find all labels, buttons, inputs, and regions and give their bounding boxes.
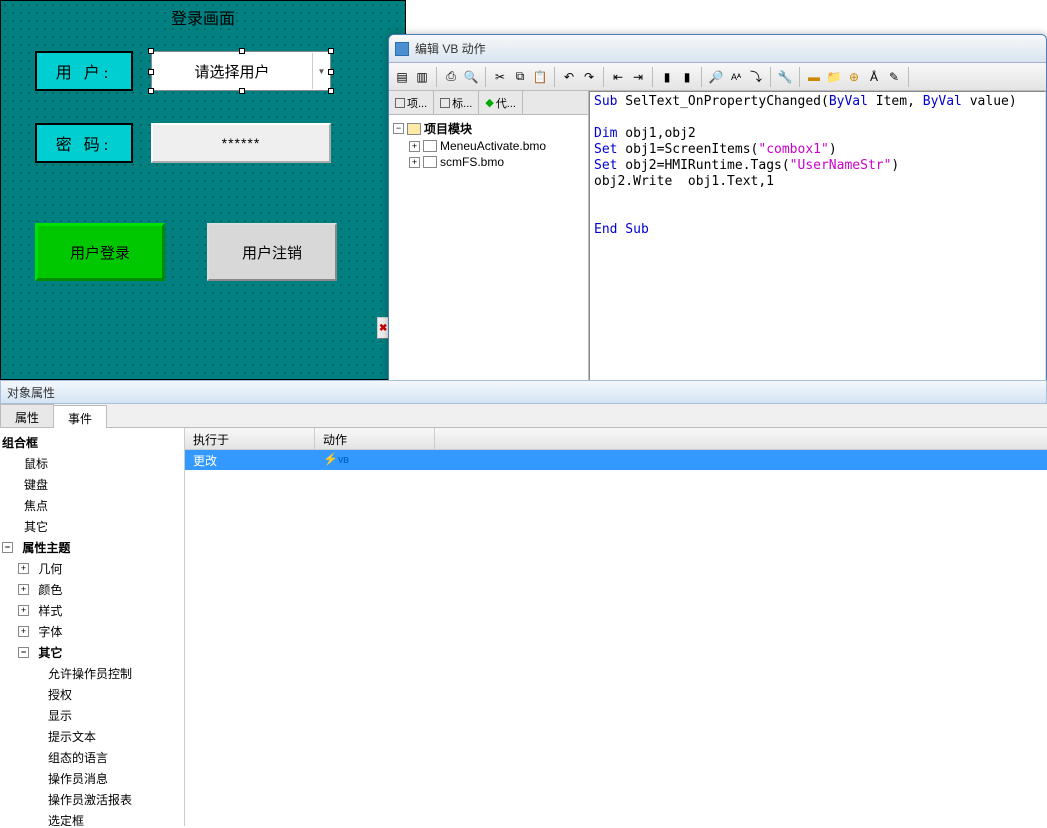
wrench-icon[interactable]: 🔧 <box>776 68 794 86</box>
password-input[interactable]: ****** <box>151 123 331 163</box>
compass2-icon[interactable]: ✎ <box>885 68 903 86</box>
collapse-icon[interactable]: − <box>393 123 404 134</box>
expand-icon[interactable]: + <box>18 605 29 616</box>
vb-tab-code[interactable]: ◆代... <box>479 91 523 114</box>
expand-icon[interactable]: + <box>18 584 29 595</box>
open-icon[interactable]: ▥ <box>413 68 431 86</box>
properties-panel: 对象属性 属性 事件 组合框 鼠标 键盘 焦点 其它 − 属性主题 + 几何 +… <box>0 380 1047 828</box>
vb-titlebar[interactable]: 编辑 VB 动作 <box>389 35 1046 63</box>
props-title: 对象属性 <box>0 380 1047 404</box>
bookmark2-icon[interactable]: ▮ <box>678 68 696 86</box>
user-label: 用 户: <box>35 51 133 91</box>
props-tabs: 属性 事件 <box>0 404 1047 428</box>
login-title: 登录画面 <box>1 5 405 29</box>
indent-icon[interactable]: ⇥ <box>629 68 647 86</box>
folder-icon <box>407 123 421 135</box>
paste-icon[interactable]: 📋 <box>531 68 549 86</box>
vbscript-action-icon: ⚡ <box>323 452 338 466</box>
login-screen: 登录画面 用 户: 请选择用户 ▼ 密 码: ****** 用户登录 用户注销 … <box>0 0 406 380</box>
folder-icon[interactable]: 📁 <box>825 68 843 86</box>
expand-icon[interactable]: + <box>409 141 420 152</box>
cut-icon[interactable]: ✂ <box>491 68 509 86</box>
props-grid: 执行于 动作 更改 ⚡VB <box>185 428 1047 826</box>
collapse-icon[interactable]: − <box>18 647 29 658</box>
vb-app-icon <box>395 42 409 56</box>
file-icon <box>423 156 437 168</box>
bookmark-icon[interactable]: ▮ <box>658 68 676 86</box>
combo-placeholder: 请选择用户 <box>152 61 312 82</box>
login-button[interactable]: 用户登录 <box>35 223 165 281</box>
vb-tab-project[interactable]: 项... <box>389 91 434 114</box>
compass-icon[interactable]: Å <box>865 68 883 86</box>
goto-icon[interactable]: ⤵ <box>747 68 765 86</box>
tab-properties[interactable]: 属性 <box>0 404 54 427</box>
undo-icon[interactable]: ↶ <box>560 68 578 86</box>
file-icon <box>423 140 437 152</box>
vb-toolbar: ▤ ▥ ⎙ 🔍 ✂ ⧉ 📋 ↶ ↷ ⇤ ⇥ ▮ ▮ 🔎 Aᴬ ⤵ 🔧 ▬ 📁 ⊕… <box>389 63 1046 91</box>
grid-col-action: 动作 <box>315 428 435 449</box>
new-icon[interactable]: ▤ <box>393 68 411 86</box>
user-combobox[interactable]: 请选择用户 ▼ <box>151 51 331 91</box>
vb-project-tree[interactable]: −项目模块 +MeneuActivate.bmo +scmFS.bmo <box>389 115 588 174</box>
replace-icon[interactable]: Aᴬ <box>727 68 745 86</box>
vb-title: 编辑 VB 动作 <box>415 40 486 57</box>
props-tree[interactable]: 组合框 鼠标 键盘 焦点 其它 − 属性主题 + 几何 + 颜色 + 样式 + … <box>0 428 185 826</box>
add-icon[interactable]: ⊕ <box>845 68 863 86</box>
expand-icon[interactable]: + <box>18 626 29 637</box>
vb-tab-standard[interactable]: 标... <box>434 91 479 114</box>
close-icon: ✖ <box>379 323 387 334</box>
password-label: 密 码: <box>35 123 133 163</box>
module-icon[interactable]: ▬ <box>805 68 823 86</box>
expand-icon[interactable]: + <box>409 157 420 168</box>
find-icon[interactable]: 🔎 <box>707 68 725 86</box>
collapse-icon[interactable]: − <box>2 542 13 553</box>
copy-icon[interactable]: ⧉ <box>511 68 529 86</box>
tab-events[interactable]: 事件 <box>53 405 107 428</box>
redo-icon[interactable]: ↷ <box>580 68 598 86</box>
grid-row-change[interactable]: 更改 ⚡VB <box>185 450 1047 470</box>
expand-icon[interactable]: + <box>18 563 29 574</box>
print-icon[interactable]: ⎙ <box>442 68 460 86</box>
outdent-icon[interactable]: ⇤ <box>609 68 627 86</box>
grid-col-execute: 执行于 <box>185 428 315 449</box>
preview-icon[interactable]: 🔍 <box>462 68 480 86</box>
logout-button[interactable]: 用户注销 <box>207 223 337 281</box>
